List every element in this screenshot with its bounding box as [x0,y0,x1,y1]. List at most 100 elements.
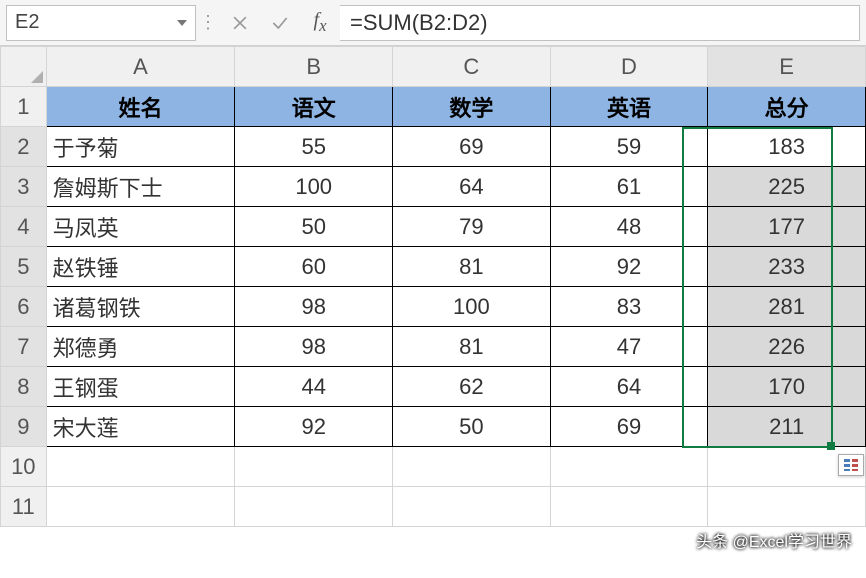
cell-english[interactable]: 69 [550,407,708,447]
cell-chinese[interactable]: 55 [235,127,393,167]
table-row: 5 赵铁锤 60 81 92 233 [1,247,866,287]
cell-math[interactable]: 81 [393,327,551,367]
spreadsheet-grid[interactable]: A B C D E 1 姓名 语文 数学 英语 总分 2 于予菊 55 69 5… [0,46,866,527]
cell-math[interactable]: 79 [393,207,551,247]
confirm-button[interactable] [260,5,300,41]
select-all-corner[interactable] [1,47,47,87]
table-row: 7 郑德勇 98 81 47 226 [1,327,866,367]
cell-english[interactable]: 83 [550,287,708,327]
cell-chinese[interactable]: 60 [235,247,393,287]
col-header-D[interactable]: D [550,47,708,87]
table-row: 2 于予菊 55 69 59 183 [1,127,866,167]
cell-english[interactable]: 64 [550,367,708,407]
x-icon [230,13,250,33]
cell-chinese[interactable]: 98 [235,327,393,367]
empty-cell[interactable] [235,487,393,527]
row-header-6[interactable]: 6 [1,287,47,327]
name-box-dropdown-icon[interactable] [177,20,187,26]
cell-chinese[interactable]: 92 [235,407,393,447]
row-header-5[interactable]: 5 [1,247,47,287]
empty-cell[interactable] [550,447,708,487]
cell-math[interactable]: 62 [393,367,551,407]
row-header-10[interactable]: 10 [1,447,47,487]
cell-name[interactable]: 宋大莲 [46,407,235,447]
cell-total[interactable]: 183 [708,127,866,167]
formula-bar: E2 ⋮ fx =SUM(B2:D2) [0,0,866,46]
cell-math[interactable]: 81 [393,247,551,287]
cell-reference: E2 [15,11,39,34]
cell-chinese[interactable]: 100 [235,167,393,207]
table-row: 4 马凤英 50 79 48 177 [1,207,866,247]
header-chinese[interactable]: 语文 [235,87,393,127]
cell-math[interactable]: 69 [393,127,551,167]
table-row: 6 诸葛钢铁 98 100 83 281 [1,287,866,327]
quick-analysis-glyph [844,459,858,471]
cell-english[interactable]: 47 [550,327,708,367]
cell-math[interactable]: 64 [393,167,551,207]
cell-math[interactable]: 100 [393,287,551,327]
col-header-A[interactable]: A [46,47,235,87]
row-header-4[interactable]: 4 [1,207,47,247]
cell-total[interactable]: 281 [708,287,866,327]
empty-row: 10 [1,447,866,487]
cell-chinese[interactable]: 44 [235,367,393,407]
check-icon [270,13,290,33]
empty-row: 11 [1,487,866,527]
cell-name[interactable]: 詹姆斯下士 [46,167,235,207]
formula-input[interactable]: =SUM(B2:D2) [340,5,860,41]
cell-name[interactable]: 诸葛钢铁 [46,287,235,327]
cell-total[interactable]: 226 [708,327,866,367]
fx-button[interactable]: fx [300,5,340,41]
header-total[interactable]: 总分 [708,87,866,127]
cell-name[interactable]: 郑德勇 [46,327,235,367]
cell-total[interactable]: 233 [708,247,866,287]
row-header-3[interactable]: 3 [1,167,47,207]
header-english[interactable]: 英语 [550,87,708,127]
empty-cell[interactable] [393,447,551,487]
empty-cell[interactable] [46,487,235,527]
cell-chinese[interactable]: 50 [235,207,393,247]
quick-analysis-icon[interactable] [838,454,864,476]
formula-text: =SUM(B2:D2) [350,10,488,36]
cell-name[interactable]: 马凤英 [46,207,235,247]
fx-icon: fx [314,9,327,36]
cell-chinese[interactable]: 98 [235,287,393,327]
cell-english[interactable]: 48 [550,207,708,247]
row-header-9[interactable]: 9 [1,407,47,447]
cell-total[interactable]: 211 [708,407,866,447]
empty-cell[interactable] [550,487,708,527]
cell-name[interactable]: 王钢蛋 [46,367,235,407]
row-header-1[interactable]: 1 [1,87,47,127]
row-header-7[interactable]: 7 [1,327,47,367]
cell-total[interactable]: 225 [708,167,866,207]
table-row: 3 詹姆斯下士 100 64 61 225 [1,167,866,207]
header-math[interactable]: 数学 [393,87,551,127]
cancel-button[interactable] [220,5,260,41]
header-name[interactable]: 姓名 [46,87,235,127]
cell-english[interactable]: 92 [550,247,708,287]
cell-english[interactable]: 61 [550,167,708,207]
row-header-11[interactable]: 11 [1,487,47,527]
row-header-2[interactable]: 2 [1,127,47,167]
cell-total[interactable]: 177 [708,207,866,247]
cell-name[interactable]: 于予菊 [46,127,235,167]
col-header-B[interactable]: B [235,47,393,87]
name-box[interactable]: E2 [6,5,196,41]
empty-cell[interactable] [235,447,393,487]
table-row: 9 宋大莲 92 50 69 211 [1,407,866,447]
cell-name[interactable]: 赵铁锤 [46,247,235,287]
separator: ⋮ [196,12,220,33]
column-header-row: A B C D E [1,47,866,87]
empty-cell[interactable] [393,487,551,527]
col-header-C[interactable]: C [393,47,551,87]
data-header-row: 1 姓名 语文 数学 英语 总分 [1,87,866,127]
cell-english[interactable]: 59 [550,127,708,167]
empty-cell[interactable] [708,487,866,527]
row-header-8[interactable]: 8 [1,367,47,407]
cell-total[interactable]: 170 [708,367,866,407]
col-header-E[interactable]: E [708,47,866,87]
empty-cell[interactable] [46,447,235,487]
table-row: 8 王钢蛋 44 62 64 170 [1,367,866,407]
cell-math[interactable]: 50 [393,407,551,447]
watermark-text: 头条 @Excel学习世界 [696,528,852,552]
